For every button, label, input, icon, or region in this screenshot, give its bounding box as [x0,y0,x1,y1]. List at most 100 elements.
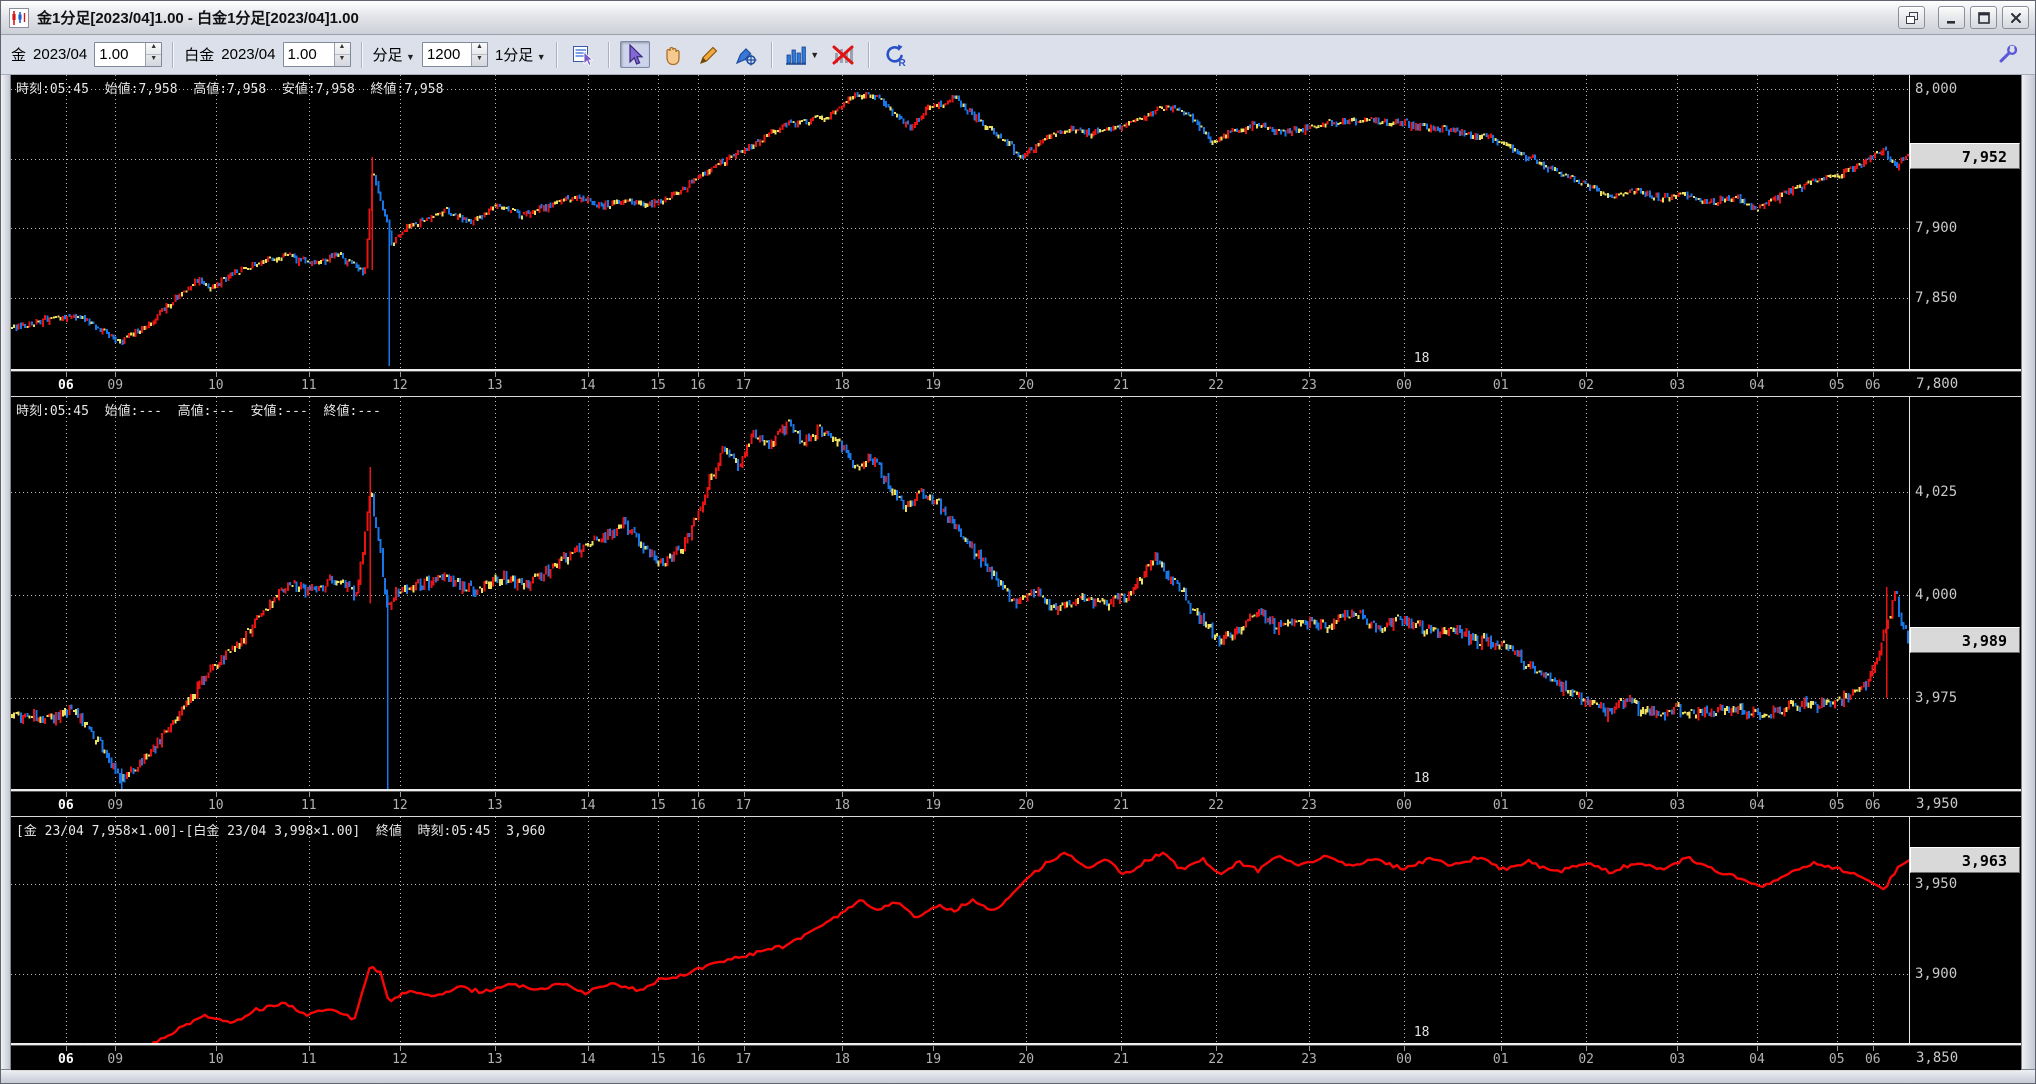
chart-board-icon[interactable] [568,41,598,68]
x-axis-tick [1121,1046,1122,1051]
x-axis-label: 04 [1749,1052,1765,1067]
x-axis-tick [115,792,116,797]
clear-bars-icon[interactable] [828,41,858,68]
x-axis-tick [698,372,699,377]
titlebar: 金1分足[2023/04]1.00 - 白金1分足[2023/04]1.00 [1,1,2035,35]
spread-price-axis: 3,950 3,900 3,963 [1909,817,2021,1043]
x-axis-label: 02 [1578,1052,1594,1067]
gold-plot[interactable]: 時刻:05:45 始値:7,958 高値:7,958 安値:7,958 終値:7… [11,75,1909,369]
spread-chart-panel[interactable]: [金 23/04 7,958×1.00]-[白金 23/04 3,998×1.0… [11,817,2021,1043]
refresh-icon[interactable]: R [880,41,910,68]
x-axis-label: 19 [925,1052,942,1067]
maximize-button[interactable] [1970,6,1997,29]
gold-time-axis: 06 09 10 11 12 13 14 15 16 17 18 19 20 21 22 23 00 01 02 03… [11,369,2021,397]
x-axis-label: 12 [392,798,408,813]
pan-hand-icon[interactable] [657,41,687,68]
interval-dropdown[interactable]: 1分足 ▼ [495,44,546,65]
x-axis-label: 18 [834,1052,850,1067]
day-change-label: 18 [1413,351,1430,366]
y-axis-label: 7,850 [1915,289,1958,306]
x-axis-tick [1757,792,1758,797]
x-axis-tick [1757,1046,1758,1051]
draw-pencil-icon[interactable] [694,41,724,68]
gold-chart-panel[interactable]: 時刻:05:45 始値:7,958 高値:7,958 安値:7,958 終値:7… [11,75,2021,369]
x-axis-tick [1309,792,1310,797]
gold-ohlc-readout: 時刻:05:45 始値:7,958 高値:7,958 安値:7,958 終値:7… [16,82,444,97]
x-axis-label: 01 [1492,378,1509,393]
x-axis-tick [495,1046,496,1051]
x-axis-label: 12 [392,378,408,393]
x-axis-label: 03 [1669,1052,1686,1067]
x-axis-tick [1404,1046,1405,1051]
x-axis-tick [744,1046,745,1051]
bar-count-field: ▲▼ [421,42,488,67]
x-axis-tick [744,372,745,377]
spread-plot[interactable]: [金 23/04 7,958×1.00]-[白金 23/04 3,998×1.0… [11,817,1909,1043]
platinum-multiplier-spinner[interactable]: ▲ ▼ [333,43,350,66]
bottom-window-edge [1,1069,2035,1083]
x-axis-label: 22 [1208,798,1224,813]
marker-crosshair-icon[interactable] [731,41,761,68]
select-cursor-icon[interactable] [619,41,650,68]
y-axis-label: 7,900 [1915,220,1958,237]
bar-count-input[interactable] [422,43,471,66]
x-axis-tick [658,372,659,377]
bar-count-spinner[interactable]: ▲ ▼ [470,43,487,66]
app-icon [9,7,29,28]
spread-time-axis: 06 09 10 11 12 13 14 15 16 17 18 19 20 21 22 23 00 01 02 03… [11,1043,2021,1071]
popout-button[interactable] [1898,6,1925,29]
x-axis-tick [933,1046,934,1051]
toolbar-separator [867,41,870,68]
gold-multiplier-input[interactable] [95,43,146,66]
x-axis-tick [1837,1046,1838,1051]
close-button[interactable] [2002,6,2029,29]
gold-multiplier-field: ▲▼ [94,42,163,67]
day-change-label: 18 [1413,1025,1430,1040]
x-axis-label: 14 [579,1052,596,1067]
chevron-down-icon: ▼ [810,49,820,60]
y-axis-edge-label: 3,850 [1916,1050,1959,1066]
x-axis-label: 17 [735,798,752,813]
chart-type-icon[interactable]: ▼ [783,41,821,68]
x-axis-label: 23 [1301,1052,1317,1067]
platinum-symbol-label: 白金 [184,47,215,64]
toolbar-separator [172,41,175,68]
x-axis-label: 20 [1018,798,1035,813]
x-axis-label: 03 [1669,378,1686,393]
y-axis-edge-label: 3,950 [1916,796,1959,812]
x-axis-tick [400,372,401,377]
x-axis-tick [1216,372,1217,377]
x-axis-tick [1309,1046,1310,1051]
last-price-label: 3,963 [1910,847,2020,874]
x-axis-label: 11 [300,378,317,393]
window-controls [1898,6,2029,29]
x-axis-tick [1586,372,1587,377]
x-axis-tick [66,372,67,377]
minimize-button[interactable] [1938,6,1965,29]
x-axis-tick [216,372,217,377]
x-axis-label: 06 [58,378,74,393]
x-axis-label: 04 [1749,378,1765,393]
x-axis-label: 21 [1113,1052,1129,1067]
gold-multiplier-spinner[interactable]: ▲ ▼ [145,43,162,66]
x-axis-label: 16 [690,798,706,813]
platinum-plot[interactable]: 時刻:05:45 始値:--- 高値:--- 安値:--- 終値:--- 18 [11,397,1909,789]
x-axis-label: 06 [1864,378,1881,393]
x-axis-tick [1026,1046,1027,1051]
x-axis-label: 19 [925,798,942,813]
x-axis-tick [1026,372,1027,377]
x-axis-label: 01 [1492,1052,1509,1067]
settings-wrench-icon[interactable] [1993,41,2023,68]
svg-text:R: R [898,58,906,67]
bar-type-dropdown[interactable]: 分足 ▼ [373,44,415,65]
platinum-time-axis: 06 09 10 11 12 13 14 15 16 17 18 19 20 21 22 23 00 01 02 03… [11,789,2021,817]
x-axis-tick [744,792,745,797]
chevron-down-icon: ▼ [403,52,415,62]
x-axis-label: 00 [1396,378,1412,393]
x-axis-tick [1216,1046,1217,1051]
platinum-chart-panel[interactable]: 時刻:05:45 始値:--- 高値:--- 安値:--- 終値:--- 18 … [11,397,2021,789]
platinum-multiplier-input[interactable] [283,43,334,66]
x-axis-label: 16 [690,378,706,393]
x-axis-label: 17 [735,1052,752,1067]
x-axis-tick [698,792,699,797]
